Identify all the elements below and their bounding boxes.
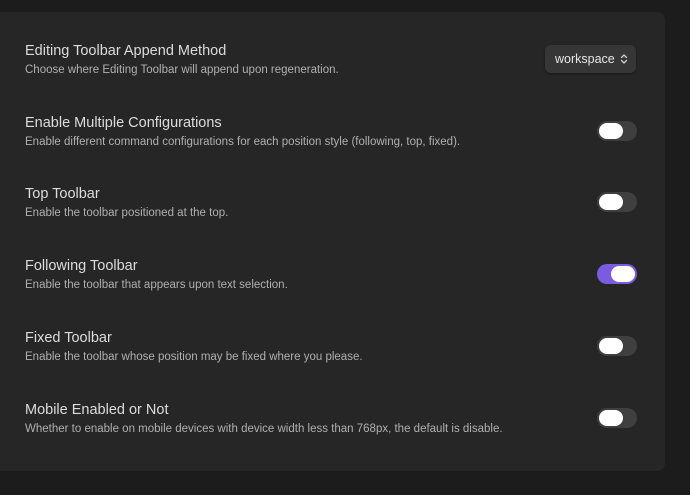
toggle-knob (599, 194, 623, 210)
setting-description: Enable the toolbar whose position may be… (25, 351, 363, 363)
settings-panel: Editing Toolbar Append Method Choose whe… (0, 12, 665, 471)
setting-top-toolbar: Top Toolbar Enable the toolbar positione… (0, 186, 665, 258)
setting-description: Enable different command configurations … (25, 136, 461, 148)
setting-description: Choose where Editing Toolbar will append… (25, 64, 339, 76)
setting-name: Enable Multiple Configurations (25, 115, 222, 131)
append-method-dropdown[interactable]: workspace (545, 45, 636, 73)
toggle-knob (599, 410, 623, 426)
setting-mobile-enabled: Mobile Enabled or Not Whether to enable … (0, 402, 665, 474)
setting-description: Enable the toolbar positioned at the top… (25, 207, 229, 219)
toggle-fixed-toolbar[interactable] (597, 336, 637, 356)
setting-name: Editing Toolbar Append Method (25, 43, 227, 59)
toggle-following-toolbar[interactable] (597, 264, 637, 284)
toggle-mobile-enabled[interactable] (597, 408, 637, 428)
toggle-knob (599, 338, 623, 354)
chevron-up-down-icon (620, 54, 628, 64)
setting-name: Mobile Enabled or Not (25, 402, 169, 418)
dropdown-selected-value: workspace (555, 52, 615, 66)
toggle-knob (611, 266, 635, 282)
toggle-knob (599, 123, 623, 139)
setting-description: Whether to enable on mobile devices with… (25, 423, 503, 435)
toggle-multiple-configurations[interactable] (597, 121, 637, 141)
setting-name: Following Toolbar (25, 258, 138, 274)
setting-name: Fixed Toolbar (25, 330, 112, 346)
setting-fixed-toolbar: Fixed Toolbar Enable the toolbar whose p… (0, 330, 665, 402)
setting-following-toolbar: Following Toolbar Enable the toolbar tha… (0, 258, 665, 330)
setting-multiple-configurations: Enable Multiple Configurations Enable di… (0, 115, 665, 187)
setting-name: Top Toolbar (25, 186, 100, 202)
setting-description: Enable the toolbar that appears upon tex… (25, 279, 288, 291)
toggle-top-toolbar[interactable] (597, 192, 637, 212)
